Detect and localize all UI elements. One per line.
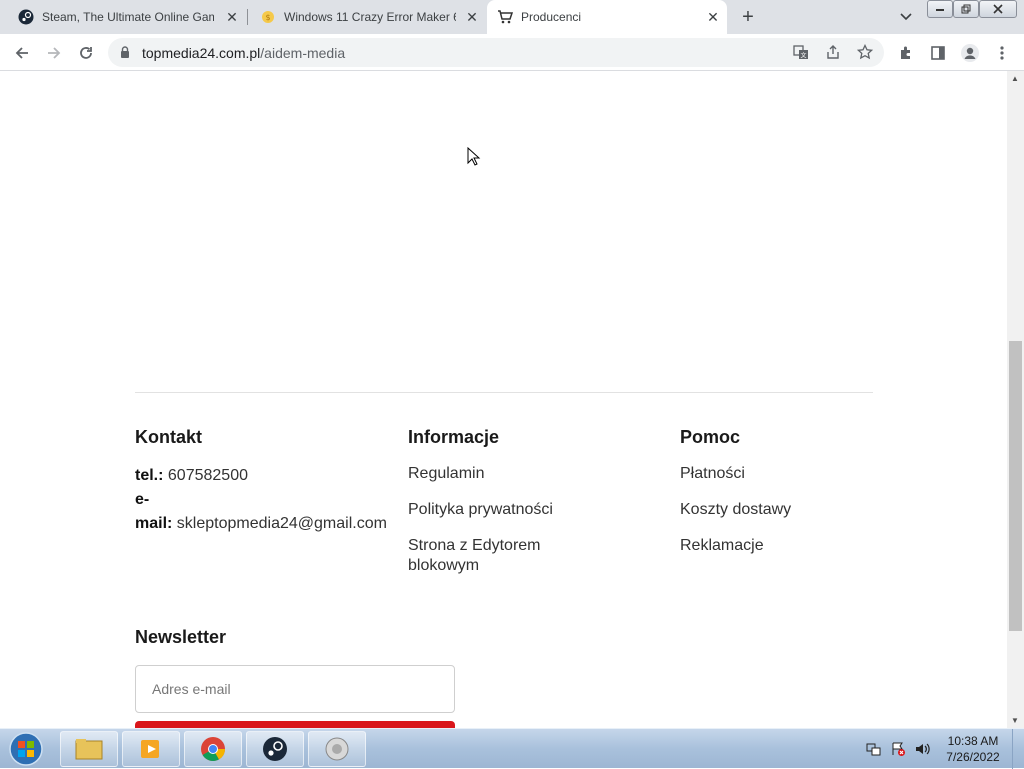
steam-icon bbox=[18, 9, 34, 25]
clock-time: 10:38 AM bbox=[947, 734, 999, 748]
coin-icon: $ bbox=[260, 9, 276, 25]
back-button[interactable] bbox=[9, 40, 35, 66]
lock-icon bbox=[118, 45, 132, 59]
url-path: /aidem-media bbox=[260, 45, 346, 61]
link-reklamacje[interactable]: Reklamacje bbox=[680, 536, 764, 556]
tel-value[interactable]: 607582500 bbox=[168, 467, 248, 484]
taskbar-media-player[interactable] bbox=[122, 731, 180, 767]
tel-label: tel.: bbox=[135, 467, 164, 484]
scrollbar-thumb[interactable] bbox=[1009, 341, 1022, 631]
tab-steam[interactable]: Steam, The Ultimate Online Gam ✕ bbox=[0, 0, 246, 34]
close-tab-icon[interactable]: ✕ bbox=[464, 9, 480, 25]
mouse-cursor-icon bbox=[467, 147, 481, 166]
close-window-button[interactable] bbox=[979, 0, 1017, 18]
chrome-icon bbox=[201, 737, 225, 762]
newsletter-heading: Newsletter bbox=[135, 627, 227, 647]
newsletter-email-input[interactable] bbox=[135, 665, 455, 713]
windows-taskbar: 10:38 AM 7/26/2022 bbox=[0, 728, 1024, 769]
link-polityka-prywatnosci[interactable]: Polityka prywatności bbox=[408, 500, 553, 520]
minimize-button[interactable] bbox=[927, 0, 953, 18]
address-bar[interactable]: topmedia24.com.pl/aidem-media 文 bbox=[108, 38, 884, 67]
contact-info: tel.: 607582500 e- mail: skleptopmedia24… bbox=[135, 464, 395, 536]
scroll-up-arrow-icon[interactable]: ▲ bbox=[1011, 74, 1019, 83]
media-player-icon bbox=[141, 740, 159, 758]
new-tab-button[interactable]: + bbox=[736, 5, 760, 29]
tab-search-chevron-icon[interactable] bbox=[896, 7, 916, 27]
svg-text:$: $ bbox=[265, 13, 270, 22]
newsletter-submit-button[interactable] bbox=[135, 721, 455, 728]
link-platnosci[interactable]: Płatności bbox=[680, 464, 745, 484]
taskbar-clock[interactable]: 10:38 AM 7/26/2022 bbox=[938, 733, 1008, 765]
tab-producenci[interactable]: Producenci ✕ bbox=[487, 0, 727, 34]
url-domain: topmedia24.com.pl bbox=[142, 45, 261, 61]
info-heading: Informacje bbox=[408, 427, 500, 447]
email-value[interactable]: skleptopmedia24@gmail.com bbox=[177, 515, 387, 532]
show-desktop-button[interactable] bbox=[1012, 729, 1024, 769]
side-panel-icon[interactable] bbox=[925, 40, 951, 66]
reload-button[interactable] bbox=[73, 40, 99, 66]
help-heading: Pomoc bbox=[680, 427, 741, 447]
page-scrollbar[interactable]: ▲ ▼ bbox=[1007, 71, 1024, 728]
tab-title: Steam, The Ultimate Online Gam bbox=[42, 10, 214, 24]
tab-title: Windows 11 Crazy Error Maker 6 bbox=[284, 10, 456, 24]
close-tab-icon[interactable]: ✕ bbox=[224, 9, 240, 25]
menu-kebab-icon[interactable] bbox=[989, 40, 1015, 66]
link-strona-z-edytorem-line2[interactable]: blokowym bbox=[408, 556, 479, 576]
network-tray-icon[interactable] bbox=[866, 741, 882, 757]
speaker-app-icon bbox=[325, 737, 349, 761]
steam-icon bbox=[263, 737, 287, 761]
action-center-tray-icon[interactable] bbox=[890, 741, 906, 757]
tab-error-maker[interactable]: $ Windows 11 Crazy Error Maker 6 ✕ bbox=[248, 0, 486, 34]
taskbar-explorer[interactable] bbox=[60, 731, 118, 767]
contact-heading: Kontakt bbox=[135, 427, 202, 447]
bookmark-star-icon[interactable] bbox=[852, 39, 878, 65]
folder-icon bbox=[75, 739, 103, 760]
restore-button[interactable] bbox=[953, 0, 979, 18]
footer-divider bbox=[135, 392, 873, 393]
browser-toolbar: topmedia24.com.pl/aidem-media 文 bbox=[0, 34, 1024, 71]
volume-tray-icon[interactable] bbox=[914, 741, 930, 757]
taskbar-chrome[interactable] bbox=[184, 731, 242, 767]
link-regulamin[interactable]: Regulamin bbox=[408, 464, 484, 484]
forward-button[interactable] bbox=[41, 40, 67, 66]
page-content: Kontakt tel.: 607582500 e- mail: sklepto… bbox=[0, 71, 1007, 728]
link-strona-z-edytorem[interactable]: Strona z Edytorem bbox=[408, 536, 541, 556]
link-koszty-dostawy[interactable]: Koszty dostawy bbox=[680, 500, 791, 520]
taskbar-app[interactable] bbox=[308, 731, 366, 767]
extensions-puzzle-icon[interactable] bbox=[893, 40, 919, 66]
url-text: topmedia24.com.pl/aidem-media bbox=[142, 45, 345, 61]
tab-title: Producenci bbox=[521, 10, 582, 24]
profile-avatar-icon[interactable] bbox=[957, 40, 983, 66]
clock-date: 7/26/2022 bbox=[946, 750, 1000, 764]
email-label-line1: e- bbox=[135, 491, 150, 508]
cart-icon bbox=[497, 9, 513, 25]
tab-strip: Steam, The Ultimate Online Gam ✕ $ Windo… bbox=[0, 0, 1024, 34]
svg-text:文: 文 bbox=[800, 52, 806, 60]
taskbar-steam[interactable] bbox=[246, 731, 304, 767]
email-label-line2: mail: bbox=[135, 515, 173, 532]
scroll-down-arrow-icon[interactable]: ▼ bbox=[1011, 716, 1019, 725]
share-icon[interactable] bbox=[820, 39, 846, 65]
start-button[interactable] bbox=[4, 731, 48, 767]
translate-icon[interactable]: 文 bbox=[788, 39, 814, 65]
close-tab-icon[interactable]: ✕ bbox=[705, 9, 721, 25]
